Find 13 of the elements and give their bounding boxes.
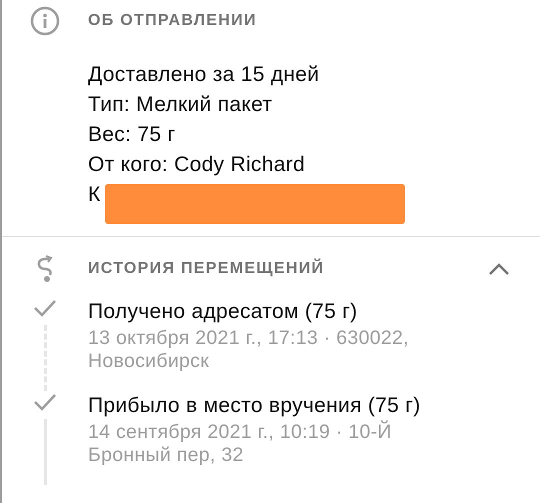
info-icon — [30, 6, 60, 36]
info-line: Тип: Мелкий пакет — [88, 92, 274, 118]
event-title: Получено адресатом (75 г) — [88, 299, 358, 325]
info-line: Доставлено за 15 дней — [88, 62, 320, 88]
info-line: От кого: Cody Richard — [88, 152, 306, 178]
event-title: Прибыло в место вручения (75 г) — [88, 393, 422, 419]
section-title: ОБ ОТПРАВЛЕНИИ — [88, 11, 257, 31]
info-line: Вес: 75 г — [88, 122, 176, 148]
info-line: К — [88, 183, 101, 206]
event-details: 14 сентября 2021 г., 10:19 · 10-Й Бронный пер, 32 — [88, 421, 393, 467]
event-details: 13 октября 2021 г., 17:13 · 630022, Новосибирск — [88, 327, 410, 373]
section-title: ИСТОРИЯ ПЕРЕМЕЩЕНИЙ — [88, 258, 326, 279]
collapse-icon[interactable] — [488, 262, 510, 276]
